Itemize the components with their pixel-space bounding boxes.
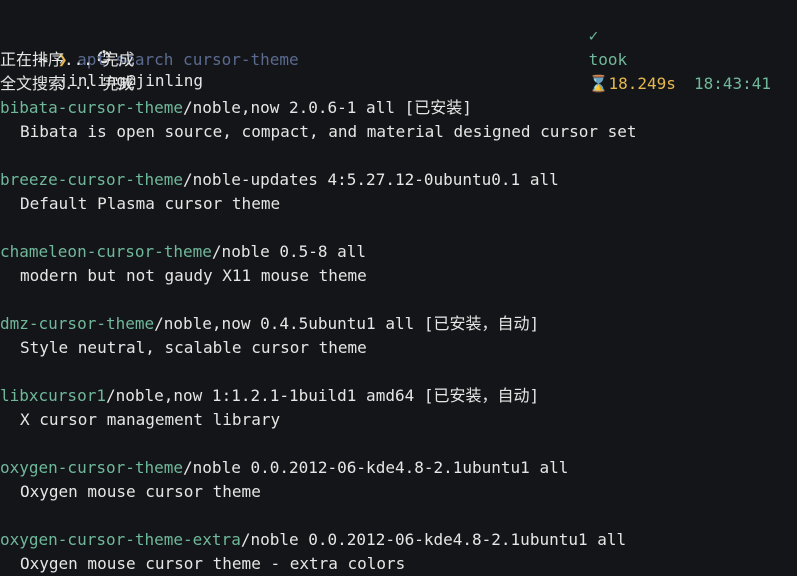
package-line: oxygen-cursor-theme-extra/noble 0.0.2012… (0, 528, 626, 552)
clock-time: 18:43:41 (693, 74, 771, 93)
package-name: oxygen-cursor-theme (0, 458, 184, 477)
package-name: breeze-cursor-theme (0, 170, 184, 189)
package-description: X cursor management library (20, 410, 281, 429)
package-name: dmz-cursor-theme (0, 314, 155, 333)
command-line[interactable]: ~ ❯ apt search cursor-theme (0, 24, 299, 69)
package-version: /noble 0.5-8 all (211, 242, 367, 261)
package-description: modern but not gaudy X11 mouse theme (20, 266, 367, 285)
package-line: libxcursor1/noble,now 1:1.2.1-1build1 am… (0, 384, 539, 408)
status-line: 全文搜索... 完成 (0, 74, 135, 93)
package-version: /noble,now 0.4.5ubuntu1 all [已安装，自动] (154, 314, 540, 333)
package-description: Bibata is open source, compact, and mate… (20, 122, 637, 141)
command-timing: ✓ took ⌛18.249s 18:43:41 (550, 0, 771, 93)
package-version: /noble-updates 4:5.27.12-0ubuntu0.1 all (183, 170, 559, 189)
package-name: libxcursor1 (0, 386, 106, 405)
package-name: chameleon-cursor-theme (0, 242, 212, 261)
package-line: oxygen-cursor-theme/noble 0.0.2012-06-kd… (0, 456, 568, 480)
package-version: /noble,now 1:1.2.1-1build1 amd64 [已安装，自动… (105, 386, 540, 405)
check-icon: ✓ (588, 26, 599, 45)
package-version: /noble 0.0.2012-06-kde4.8-2.1ubuntu1 all (183, 458, 569, 477)
package-version: /noble,now 2.0.6-1 all [已安装] (183, 98, 472, 117)
package-description: Style neutral, scalable cursor theme (20, 338, 367, 357)
package-description: Oxygen mouse cursor theme - extra colors (20, 554, 406, 573)
prompt-header: jinling@jinling (0, 0, 203, 90)
package-line: breeze-cursor-theme/noble-updates 4:5.27… (0, 168, 559, 192)
package-description: Default Plasma cursor theme (20, 194, 281, 213)
package-description: Oxygen mouse cursor theme (20, 482, 261, 501)
package-line: dmz-cursor-theme/noble,now 0.4.5ubuntu1 … (0, 312, 539, 336)
package-version: /noble 0.0.2012-06-kde4.8-2.1ubuntu1 all (240, 530, 627, 549)
hourglass-icon: ⌛ (588, 74, 609, 93)
command-duration: 18.249s (608, 74, 676, 93)
package-line: chameleon-cursor-theme/noble 0.5-8 all (0, 240, 366, 264)
terminal-window[interactable]: jinling@jinling ✓ took ⌛18.249s 18:43:41 … (0, 0, 797, 575)
status-line: 正在排序... 完成 (0, 50, 135, 69)
package-line: bibata-cursor-theme/noble,now 2.0.6-1 al… (0, 96, 472, 120)
took-label: took (588, 50, 628, 69)
package-name: oxygen-cursor-theme-extra (0, 530, 241, 549)
package-name: bibata-cursor-theme (0, 98, 184, 117)
